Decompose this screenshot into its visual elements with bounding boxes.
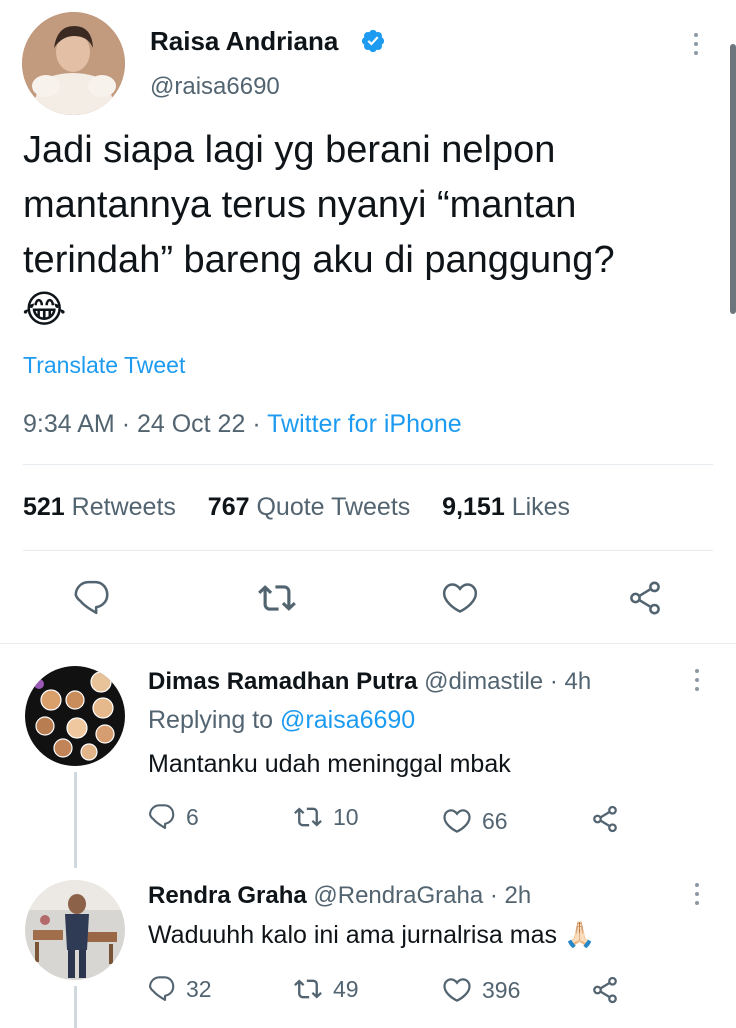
- reply-author-name[interactable]: Dimas Ramadhan Putra: [148, 668, 417, 695]
- reply-avatar[interactable]: [25, 666, 125, 766]
- tweet-source-link[interactable]: Twitter for iPhone: [267, 410, 462, 438]
- quotes-count: 767: [207, 493, 250, 521]
- separator: ·: [121, 410, 131, 438]
- reply-time[interactable]: 2h: [505, 882, 532, 909]
- likes-count: 9,151: [442, 493, 505, 521]
- retweet-count: 49: [333, 975, 359, 1002]
- like-icon: [442, 583, 478, 613]
- translate-tweet-link[interactable]: Translate Tweet: [23, 352, 185, 379]
- thread-line: [74, 772, 77, 868]
- separator: ·: [549, 668, 558, 695]
- separator: ·: [489, 882, 498, 909]
- retweet-icon: [258, 585, 296, 611]
- like-button[interactable]: [441, 579, 479, 617]
- reply-header: Rendra Graha @RendraGraha · 2h: [148, 882, 531, 910]
- retweets-count: 521: [23, 493, 65, 521]
- like-count: 66: [482, 807, 508, 834]
- more-options-icon[interactable]: [693, 669, 701, 691]
- reply-button[interactable]: 32: [148, 975, 212, 1003]
- tweet-text-line: terindah” bareng aku di panggung?: [23, 239, 615, 281]
- retweet-button[interactable]: 49: [293, 975, 359, 1003]
- share-button[interactable]: [590, 975, 620, 1005]
- reply-count: 32: [186, 975, 212, 1002]
- reply-time[interactable]: 4h: [565, 668, 592, 695]
- retweet-button[interactable]: 10: [293, 803, 359, 831]
- folded-hands-emoji: 🙏🏻: [563, 921, 596, 949]
- share-icon: [593, 976, 617, 1004]
- retweet-icon: [294, 979, 322, 999]
- reply-avatar[interactable]: [25, 880, 125, 980]
- tweet-text: Jadi siapa lagi yg berani nelpon mantann…: [23, 123, 615, 288]
- thread-line: [74, 986, 77, 1028]
- quotes-stat[interactable]: 767 Quote Tweets: [208, 493, 410, 521]
- likes-label: Likes: [511, 493, 571, 521]
- reply-author-handle[interactable]: @RendraGraha: [313, 882, 483, 909]
- share-icon: [630, 581, 660, 615]
- retweets-label: Retweets: [71, 493, 176, 521]
- like-icon: [443, 978, 471, 1002]
- reply-header: Dimas Ramadhan Putra @dimastile · 4h: [148, 668, 591, 696]
- separator: ·: [252, 410, 261, 438]
- reply-icon: [74, 580, 109, 615]
- replying-to-prefix: Replying to: [148, 706, 274, 734]
- tweet-time[interactable]: 9:34 AM: [23, 410, 115, 438]
- likes-stat[interactable]: 9,151 Likes: [442, 493, 570, 521]
- author-name[interactable]: Raisa Andriana: [150, 26, 338, 57]
- tweet-date[interactable]: 24 Oct 22: [137, 410, 245, 438]
- like-count: 396: [482, 976, 521, 1003]
- share-button[interactable]: [626, 579, 664, 617]
- tweet-avatar[interactable]: [22, 12, 125, 115]
- scrollbar[interactable]: [730, 44, 736, 314]
- verified-badge-icon: [360, 28, 386, 54]
- share-button[interactable]: [590, 804, 620, 834]
- reply-author-name[interactable]: Rendra Graha: [148, 882, 307, 909]
- retweet-count: 10: [333, 803, 359, 830]
- more-options-icon[interactable]: [693, 883, 701, 905]
- tweet-meta: 9:34 AM · 24 Oct 22 · Twitter for iPhone: [23, 410, 462, 439]
- replying-to: Replying to @raisa6690: [148, 706, 415, 735]
- tweet-text-line: Jadi siapa lagi yg berani nelpon: [23, 129, 556, 171]
- author-handle[interactable]: @raisa6690: [150, 73, 280, 101]
- retweet-icon: [294, 807, 322, 827]
- divider: [0, 643, 736, 644]
- crying-laughing-emoji: 😂: [22, 289, 67, 331]
- replying-to-handle[interactable]: @raisa6690: [280, 706, 415, 734]
- divider: [23, 464, 713, 465]
- reply-button[interactable]: [73, 579, 111, 617]
- retweets-stat[interactable]: 521 Retweets: [23, 493, 176, 521]
- tweet-text-line: mantannya terus nyanyi “mantan: [23, 184, 577, 226]
- reply-icon: [148, 976, 175, 1001]
- quotes-label: Quote Tweets: [256, 493, 411, 521]
- reply-icon: [148, 804, 175, 829]
- divider: [23, 550, 713, 551]
- reply-count: 6: [186, 803, 199, 830]
- retweet-button[interactable]: [257, 579, 297, 617]
- reply-text-body: Waduuhh kalo ini ama jurnalrisa mas: [148, 921, 557, 949]
- like-button[interactable]: 66: [442, 806, 508, 836]
- like-icon: [443, 809, 471, 833]
- more-options-icon[interactable]: [692, 33, 700, 55]
- reply-text: Waduuhh kalo ini ama jurnalrisa mas 🙏🏻: [148, 921, 595, 950]
- share-icon: [593, 805, 617, 833]
- tweet-stats: 521 Retweets 767 Quote Tweets 9,151 Like…: [23, 493, 570, 522]
- like-button[interactable]: 396: [442, 975, 520, 1005]
- reply-text: Mantanku udah meninggal mbak: [148, 750, 511, 778]
- reply-button[interactable]: 6: [148, 803, 199, 831]
- reply-author-handle[interactable]: @dimastile: [424, 668, 543, 695]
